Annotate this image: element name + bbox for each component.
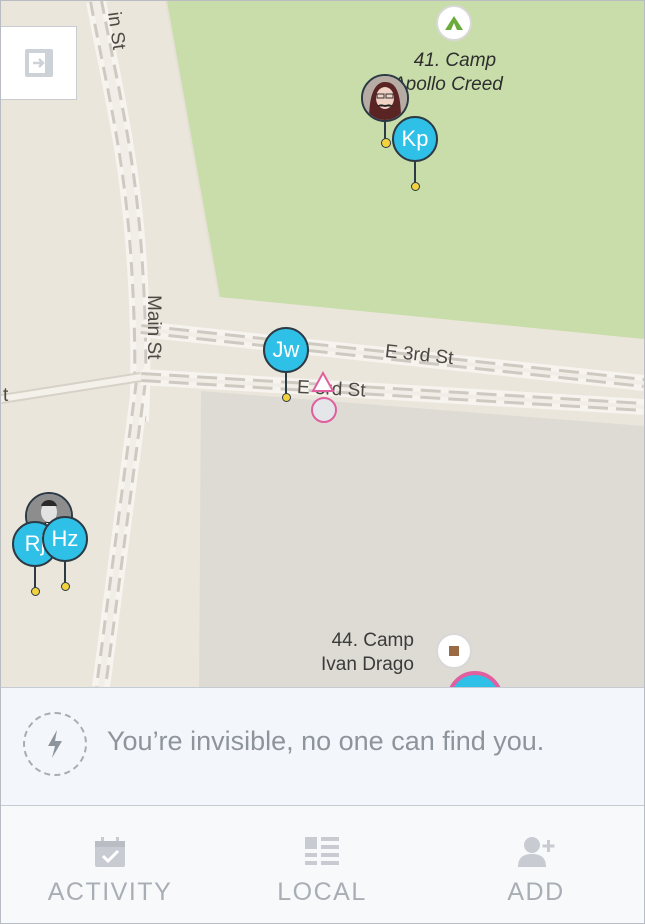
marker-dot: [282, 393, 291, 402]
tab-label: LOCAL: [277, 878, 367, 906]
avatar-dot: [381, 138, 391, 148]
poi-label-camp-apollo-creed[interactable]: 41. Camp Apollo Creed: [393, 49, 503, 97]
marker-dot: [31, 587, 40, 596]
add-user-icon: [516, 832, 556, 872]
list-icon: [302, 832, 342, 872]
exit-map-button[interactable]: [1, 26, 77, 100]
poi-label-line2: Ivan Drago: [321, 654, 414, 675]
marker-initials: Hz: [42, 516, 88, 562]
poi-square-icon[interactable]: [436, 633, 472, 669]
self-heading-icon: [311, 371, 335, 392]
map-background: [1, 1, 644, 687]
poi-label-line2: Apollo Creed: [393, 74, 503, 95]
poi-label-line1: 44. Camp: [331, 630, 414, 651]
status-banner: You’re invisible, no one can find you.: [1, 687, 644, 806]
bottom-tab-bar: ACTIVITY LOCAL ADD: [1, 806, 644, 923]
map-view[interactable]: in St Main St E 3rd St E 3rd St t 41. Ca…: [1, 1, 644, 687]
lightning-icon[interactable]: [23, 712, 87, 776]
tab-label: ADD: [507, 878, 565, 906]
street-label-main-st: Main St: [143, 295, 164, 360]
marker-initials: Jw: [263, 327, 309, 373]
tab-label: ACTIVITY: [47, 878, 173, 906]
self-position-dot[interactable]: [311, 397, 337, 423]
marker-dot: [61, 582, 70, 591]
poi-tent-icon[interactable]: [436, 5, 472, 41]
street-label-left-stub: t: [3, 385, 9, 406]
poi-label-line1: 41. Camp: [413, 50, 497, 71]
marker-initials: Kp: [392, 116, 438, 162]
poi-label-camp-ivan-drago[interactable]: 44. Camp Ivan Drago: [321, 629, 414, 677]
tab-activity[interactable]: ACTIVITY: [3, 806, 217, 923]
calendar-check-icon: [90, 832, 130, 872]
status-text: You’re invisible, no one can find you.: [107, 726, 545, 756]
marker-dot: [411, 182, 420, 191]
tab-local[interactable]: LOCAL: [215, 806, 429, 923]
tab-add[interactable]: ADD: [429, 806, 643, 923]
app-frame: in St Main St E 3rd St E 3rd St t 41. Ca…: [0, 0, 645, 924]
avatar-woman[interactable]: [361, 74, 409, 122]
exit-icon: [24, 49, 53, 77]
